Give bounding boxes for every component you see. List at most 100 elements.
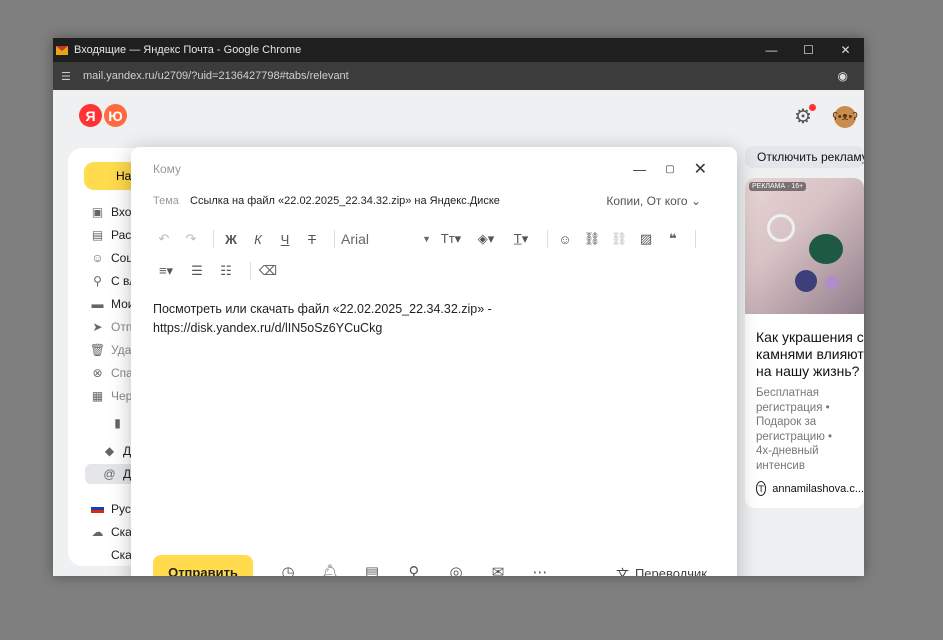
clear-format-icon[interactable]: ⌫ bbox=[257, 261, 279, 281]
sent-icon: ➤ bbox=[92, 319, 103, 334]
expand-compose-icon[interactable]: ▢ bbox=[665, 164, 674, 175]
emoji-icon[interactable]: ☺ bbox=[554, 229, 576, 249]
numbered-list-icon[interactable]: ☷ bbox=[215, 261, 237, 281]
bullet-list-icon[interactable]: ☰ bbox=[186, 261, 208, 281]
divider bbox=[547, 230, 548, 248]
font-name: Arial bbox=[341, 231, 370, 247]
divider bbox=[334, 230, 335, 248]
mail-favicon-icon bbox=[56, 45, 68, 55]
cloud-icon: ☁ bbox=[91, 524, 104, 539]
ring-shape bbox=[767, 214, 795, 242]
quote-icon[interactable]: ❝ bbox=[662, 229, 684, 249]
divider bbox=[213, 230, 214, 248]
text-color-icon[interactable]: T̲▾ bbox=[506, 229, 536, 249]
link-icon[interactable]: ⛓ bbox=[581, 229, 603, 249]
sidebar-item-label: Соц bbox=[111, 250, 134, 265]
chevron-down-icon: ⌄ bbox=[690, 194, 701, 208]
divider bbox=[250, 262, 251, 280]
attach-icon[interactable]: ⚲ bbox=[393, 563, 435, 576]
translate-icon: 文 bbox=[615, 567, 629, 576]
close-compose-icon[interactable]: ✕ bbox=[694, 159, 707, 179]
window-title: Входящие — Яндекс Почта - Google Chrome bbox=[74, 44, 302, 56]
disk-icon[interactable]: ◎ bbox=[435, 563, 477, 576]
align-icon[interactable]: ≡▾ bbox=[153, 261, 179, 281]
social-icon: ☺ bbox=[91, 250, 104, 265]
ad-site-label: annamilashova.c... bbox=[772, 482, 864, 495]
eye-icon[interactable]: ◉ bbox=[838, 69, 848, 83]
subject-input[interactable]: Ссылка на файл «22.02.2025_22.34.32.zip»… bbox=[190, 195, 500, 207]
strikethrough-icon[interactable]: T bbox=[301, 229, 323, 249]
compose-actions: ◷ 🔔︎ ▤ ⚲ ◎ ✉ ⋯ bbox=[267, 563, 561, 576]
russian-flag-icon bbox=[91, 504, 104, 513]
ad-desc-line: 4х-дневный интенсив bbox=[756, 445, 819, 472]
compose-dialog: Кому — ▢ ✕ Тема Ссылка на файл «22.02.20… bbox=[131, 147, 737, 576]
notification-dot bbox=[809, 104, 816, 111]
address-bar[interactable]: ☰ mail.yandex.ru/u2709/?uid=2136427798#t… bbox=[53, 62, 864, 90]
inbox-icon: ▣ bbox=[91, 204, 104, 219]
message-body[interactable]: Посмотреть или скачать файл «22.02.2025_… bbox=[153, 300, 533, 338]
ad-site[interactable]: Tannamilashova.c... bbox=[745, 473, 864, 496]
label-text: Д bbox=[123, 443, 132, 458]
sidebar-item-label: Уда bbox=[111, 342, 132, 357]
to-field[interactable]: Кому bbox=[153, 162, 181, 176]
divider bbox=[695, 230, 696, 248]
bold-icon[interactable]: Ж bbox=[220, 229, 242, 249]
undo-icon[interactable]: ↶ bbox=[153, 229, 175, 249]
language-label: Рус bbox=[111, 501, 131, 516]
sidebar-item-label: Спа bbox=[111, 365, 133, 380]
gem-shape bbox=[795, 270, 817, 292]
minimize-icon[interactable]: — bbox=[753, 38, 790, 62]
ad-desc-line: Бесплатная регистрация • bbox=[756, 387, 830, 414]
at-icon: @ bbox=[103, 466, 116, 481]
ad-description: Бесплатная регистрация • Подарок за реги… bbox=[745, 380, 864, 473]
clock-icon[interactable]: ◷ bbox=[267, 563, 309, 576]
font-select[interactable]: Arial ▼ bbox=[341, 229, 431, 249]
url-text[interactable]: mail.yandex.ru/u2709/?uid=2136427798#tab… bbox=[83, 70, 349, 82]
template-icon[interactable]: ▤ bbox=[351, 563, 393, 576]
logo-ya: Я bbox=[79, 104, 102, 127]
unlink-icon[interactable]: ⛓ bbox=[608, 229, 630, 249]
translator-button[interactable]: 文 Переводчик bbox=[616, 564, 707, 576]
redo-icon[interactable]: ↷ bbox=[180, 229, 202, 249]
maximize-icon[interactable]: ☐ bbox=[790, 38, 827, 62]
site-settings-icon[interactable]: ☰ bbox=[61, 70, 75, 83]
compose-window-controls: — ▢ ✕ bbox=[633, 159, 707, 179]
fill-color-icon[interactable]: ◈▾ bbox=[471, 229, 501, 249]
subject-label: Тема bbox=[153, 195, 179, 207]
more-icon[interactable]: ⋯ bbox=[519, 563, 561, 576]
envelope-icon[interactable]: ✉ bbox=[477, 563, 519, 576]
newsletter-icon: ▤ bbox=[91, 227, 104, 242]
format-toolbar: ↶ ↷ Ж К Ч T Arial ▼ Tт▾ ◈▾ T̲▾ ☺ ⛓ ⛓ ▨ ❝ bbox=[153, 229, 702, 249]
close-window-icon[interactable]: ✕ bbox=[827, 38, 864, 62]
chevron-down-icon: ▼ bbox=[422, 234, 431, 244]
settings-gear-icon[interactable]: ⚙ bbox=[794, 104, 816, 129]
ad-badge: РЕКЛАМА · 16+ bbox=[749, 182, 807, 191]
body-link[interactable]: https://disk.yandex.ru/d/lIN5oSz6YCuCkg bbox=[153, 319, 533, 338]
cc-from-toggle[interactable]: Копии, От кого ⌄ bbox=[606, 194, 701, 208]
ad-title[interactable]: Как украшения с камнями влияют на нашу ж… bbox=[745, 314, 864, 380]
avatar[interactable]: ʕ•ᴥ•ʔ bbox=[832, 105, 858, 128]
folder-icon: ▬ bbox=[91, 296, 104, 311]
bookmark-icon: ▮ bbox=[114, 416, 121, 430]
format-toolbar-row2: ≡▾ ☰ ☷ ⌫ bbox=[153, 261, 286, 281]
logo-yu: Ю bbox=[104, 104, 127, 127]
drafts-icon: ▦ bbox=[91, 388, 104, 403]
tag-icon: ◆ bbox=[104, 443, 115, 458]
ad-card[interactable]: РЕКЛАМА · 16+ Как украшения с камнями вл… bbox=[745, 178, 864, 508]
image-icon[interactable]: ▨ bbox=[635, 229, 657, 249]
yandex-logo[interactable]: Я Ю bbox=[79, 104, 129, 127]
minimize-compose-icon[interactable]: — bbox=[633, 162, 646, 177]
send-button[interactable]: Отправить bbox=[153, 555, 253, 576]
label-text: Д bbox=[123, 466, 132, 481]
disable-ads-button[interactable]: Отключить рекламу bbox=[745, 146, 864, 168]
italic-icon[interactable]: К bbox=[247, 229, 269, 249]
ad-desc-line: Подарок за регистрацию • bbox=[756, 416, 833, 443]
attachment-icon: ⚲ bbox=[93, 273, 102, 288]
ad-image: РЕКЛАМА · 16+ bbox=[745, 178, 864, 314]
underline-icon[interactable]: Ч bbox=[274, 229, 296, 249]
spam-icon: ⊗ bbox=[92, 365, 103, 380]
sidebar-item-label: Отп bbox=[111, 319, 133, 334]
bell-icon[interactable]: 🔔︎ bbox=[309, 563, 351, 576]
font-size-icon[interactable]: Tт▾ bbox=[436, 229, 466, 249]
site-logo-icon: T bbox=[756, 481, 767, 496]
